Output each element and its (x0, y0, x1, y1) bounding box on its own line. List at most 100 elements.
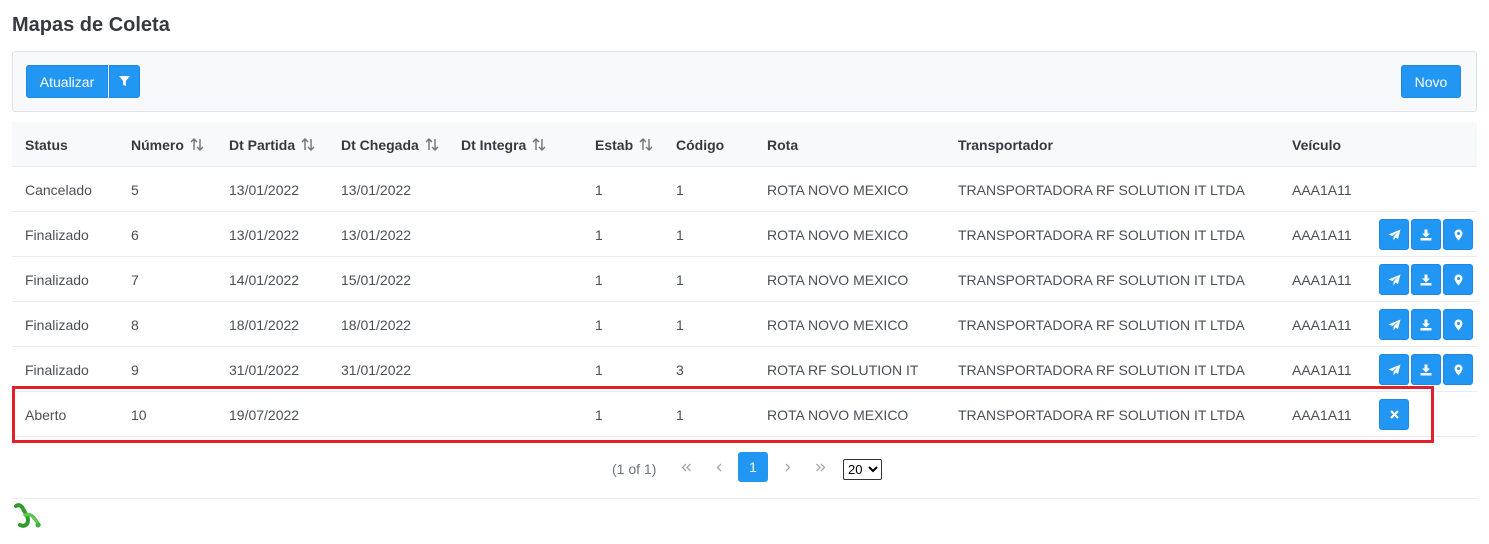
header-label: Número (131, 136, 184, 153)
sort-icon[interactable] (301, 138, 315, 151)
table-row[interactable]: Aberto 10 19/07/2022 1 1 ROTA NOVO MEXICO TRAN… (12, 392, 1477, 437)
filter-button[interactable] (109, 65, 140, 98)
cell-route: ROTA RF SOLUTION IT (767, 361, 919, 378)
header-arrival-date[interactable]: Dt Chegada (341, 122, 439, 167)
footer-divider (12, 498, 1477, 499)
map-button[interactable] (1443, 354, 1473, 385)
send-icon (1388, 364, 1400, 375)
page-report: (1 of 1) (612, 461, 657, 477)
cell-vehicle: AAA1A11 (1292, 271, 1352, 288)
header-carrier: Transportador (958, 122, 1053, 167)
header-number[interactable]: Número (131, 122, 204, 167)
send-button[interactable] (1379, 264, 1409, 295)
cell-arrival-date: 13/01/2022 (341, 181, 412, 198)
new-button[interactable]: Novo (1401, 65, 1461, 98)
cell-code: 1 (676, 316, 684, 333)
cell-vehicle: AAA1A11 (1292, 406, 1352, 423)
row-actions (1379, 309, 1473, 340)
cell-arrival-date: 15/01/2022 (341, 271, 412, 288)
map-marker-icon (1454, 319, 1462, 330)
next-page-button[interactable] (777, 457, 797, 477)
cell-establishment: 1 (595, 271, 603, 288)
send-icon (1388, 229, 1400, 240)
table-row[interactable]: Finalizado 8 18/01/2022 18/01/2022 1 1 ROTA NO… (12, 302, 1477, 347)
cell-number: 9 (131, 361, 139, 378)
download-button[interactable] (1411, 354, 1441, 385)
send-button[interactable] (1379, 219, 1409, 250)
sort-icon[interactable] (190, 138, 204, 151)
chevron-right-icon (785, 463, 790, 471)
download-icon (1420, 364, 1432, 375)
cell-departure-date: 14/01/2022 (229, 271, 300, 288)
header-integration-date[interactable]: Dt Integra (461, 122, 546, 167)
cell-departure-date: 13/01/2022 (229, 181, 300, 198)
map-button[interactable] (1443, 309, 1473, 340)
last-page-button[interactable] (810, 457, 830, 477)
header-label: Rota (767, 136, 799, 153)
page-1-button[interactable]: 1 (738, 452, 768, 482)
header-label: Código (676, 136, 725, 153)
prev-page-button[interactable] (709, 457, 729, 477)
filter-icon (119, 76, 130, 87)
header-label: Estab (595, 136, 634, 153)
table-row[interactable]: Cancelado 5 13/01/2022 13/01/2022 1 1 ROTA NOV… (12, 167, 1477, 212)
app-logo (13, 503, 43, 534)
download-button[interactable] (1411, 309, 1441, 340)
cell-arrival-date: 18/01/2022 (341, 316, 412, 333)
download-button[interactable] (1411, 264, 1441, 295)
cell-carrier: TRANSPORTADORA RF SOLUTION IT LTDA (958, 316, 1245, 333)
header-label: Dt Chegada (341, 136, 419, 153)
refresh-button[interactable]: Atualizar (26, 65, 108, 98)
row-actions (1379, 399, 1409, 430)
table-row[interactable]: Finalizado 7 14/01/2022 15/01/2022 1 1 ROTA NO… (12, 257, 1477, 302)
map-button[interactable] (1443, 264, 1473, 295)
sort-icon[interactable] (532, 138, 546, 151)
cell-status: Finalizado (25, 271, 89, 288)
download-icon (1420, 229, 1432, 240)
cell-carrier: TRANSPORTADORA RF SOLUTION IT LTDA (958, 181, 1245, 198)
close-icon (1389, 410, 1399, 419)
first-page-button[interactable] (676, 457, 696, 477)
cell-establishment: 1 (595, 361, 603, 378)
cell-vehicle: AAA1A11 (1292, 361, 1352, 378)
map-marker-icon (1454, 364, 1462, 375)
cell-number: 5 (131, 181, 139, 198)
table-row[interactable]: Finalizado 6 13/01/2022 13/01/2022 1 1 ROTA NO… (12, 212, 1477, 257)
cell-vehicle: AAA1A11 (1292, 226, 1352, 243)
paginator: (1 of 1) 1 20 (0, 452, 1489, 484)
toolbar: Atualizar Novo (12, 51, 1477, 112)
sort-icon[interactable] (639, 138, 653, 151)
sort-icon[interactable] (425, 138, 439, 151)
table-body: Cancelado 5 13/01/2022 13/01/2022 1 1 ROTA NOV… (12, 167, 1477, 437)
cell-status: Aberto (25, 406, 67, 423)
header-establishment[interactable]: Estab (595, 122, 653, 167)
cell-number: 6 (131, 226, 139, 243)
download-button[interactable] (1411, 219, 1441, 250)
header-departure-date[interactable]: Dt Partida (229, 122, 315, 167)
cell-route: ROTA NOVO MEXICO (767, 271, 909, 288)
double-chevron-right-icon (815, 463, 825, 471)
rows-per-page-select[interactable]: 20 (843, 459, 882, 480)
row-actions (1379, 354, 1473, 385)
logo-icon (14, 503, 41, 528)
send-button[interactable] (1379, 354, 1409, 385)
cell-carrier: TRANSPORTADORA RF SOLUTION IT LTDA (958, 361, 1245, 378)
table-row[interactable]: Finalizado 9 31/01/2022 31/01/2022 1 3 ROTA RF… (12, 347, 1477, 392)
cancel-button[interactable] (1379, 399, 1409, 430)
cell-code: 1 (676, 181, 684, 198)
map-button[interactable] (1443, 219, 1473, 250)
send-button[interactable] (1379, 309, 1409, 340)
cell-number: 10 (131, 406, 147, 423)
cell-number: 8 (131, 316, 139, 333)
sort-icon (190, 138, 204, 151)
cell-establishment: 1 (595, 406, 603, 423)
cell-route: ROTA NOVO MEXICO (767, 181, 909, 198)
cell-establishment: 1 (595, 316, 603, 333)
send-icon (1388, 274, 1400, 285)
cell-carrier: TRANSPORTADORA RF SOLUTION IT LTDA (958, 271, 1245, 288)
cell-departure-date: 19/07/2022 (229, 406, 300, 423)
cell-route: ROTA NOVO MEXICO (767, 406, 909, 423)
cell-code: 1 (676, 406, 684, 423)
download-icon (1420, 319, 1432, 330)
header-label: Dt Partida (229, 136, 296, 153)
